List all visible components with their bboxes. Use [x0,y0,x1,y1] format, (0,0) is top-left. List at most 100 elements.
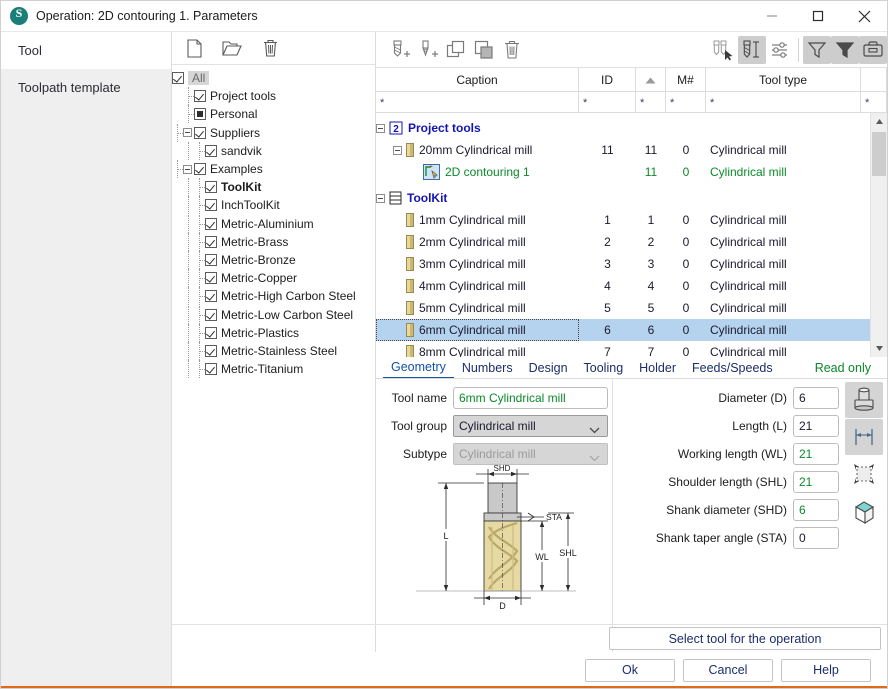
pick-tool-cursor-icon[interactable] [710,36,738,64]
select-tool-for-operation-button[interactable]: Select tool for the operation [609,627,881,650]
grid-vertical-scrollbar[interactable] [870,113,887,357]
table-row[interactable]: 1mm Cylindrical mill 1 1 0 Cylindrical mill [376,209,887,231]
tree-item[interactable]: Metric-Aluminium [172,214,375,233]
tab-geometry[interactable]: Geometry [383,360,454,378]
delete-trash-icon[interactable] [498,36,526,64]
table-row[interactable]: ToolKit [376,187,887,209]
new-file-icon[interactable] [182,37,206,59]
tree-checkbox[interactable] [205,290,217,303]
filter-solid-icon[interactable] [831,35,859,64]
tab-feeds-speeds[interactable]: Feeds/Speeds [684,361,781,378]
toolbox-icon[interactable] [859,35,887,64]
table-row[interactable]: 20mm Cylindrical mill 11 11 0 Cylindrical mi… [376,139,887,161]
add-mill-tool-icon[interactable] [386,36,414,64]
add-drill-tool-icon[interactable] [414,36,442,64]
tree-checkbox[interactable] [194,163,206,176]
grid-column-header[interactable] [861,68,887,92]
scroll-up-arrow-icon[interactable] [871,113,887,130]
tree-checkbox[interactable] [194,90,206,103]
tree-item[interactable]: Metric-Low Carbon Steel [172,305,375,324]
tree-checkbox[interactable] [205,235,217,248]
tree-checkbox[interactable] [205,272,217,285]
grid-filter-cell[interactable]: * [706,92,861,113]
tool-shape-icon[interactable] [845,382,883,418]
tree-checkbox[interactable] [205,217,217,230]
tree-checkbox[interactable] [205,253,217,266]
table-row[interactable]: 2D contouring 1 11 0 Cylindrical mill [376,161,887,183]
table-row[interactable]: 2 Project tools [376,117,887,139]
tree-item[interactable]: InchToolKit [172,196,375,215]
dimension-input[interactable]: 21 [793,442,839,465]
filter-outline-icon[interactable] [803,35,831,64]
table-row[interactable]: 3mm Cylindrical mill 3 3 0 Cylindrical mill [376,253,887,275]
row-expander-icon[interactable] [376,193,385,203]
tree-item[interactable]: Metric-Plastics [172,323,375,342]
tree-checkbox[interactable] [194,126,206,139]
delete-trash-icon[interactable] [258,37,282,59]
grid-filter-cell[interactable]: * [861,92,887,113]
minimize-icon[interactable] [749,1,795,32]
grid-filter-cell[interactable]: * [666,92,706,113]
grid-column-header[interactable] [636,68,666,92]
tab-numbers[interactable]: Numbers [454,361,521,378]
dimension-input[interactable]: 0 [793,526,839,549]
solid-box-icon[interactable] [845,493,883,529]
tab-design[interactable]: Design [521,361,576,378]
tool-name-input[interactable]: 6mm Cylindrical mill [453,386,608,409]
grid-filter-cell[interactable]: * [579,92,636,113]
tree-checkbox[interactable] [194,108,206,121]
close-icon[interactable] [841,1,887,32]
tool-group-select[interactable]: Cylindrical mill [453,414,608,437]
tree-checkbox[interactable] [205,344,217,357]
tree-item[interactable]: Metric-Brass [172,232,375,251]
tree-checkbox[interactable] [205,181,217,194]
table-row[interactable]: 4mm Cylindrical mill 4 4 0 Cylindrical mill [376,275,887,297]
tree-checkbox[interactable] [172,72,184,85]
tree-item[interactable]: Metric-Bronze [172,250,375,269]
table-row[interactable]: 2mm Cylindrical mill 2 2 0 Cylindrical mill [376,231,887,253]
tree-item[interactable]: Metric-Titanium [172,360,375,379]
tree-item[interactable]: Metric-High Carbon Steel [172,287,375,306]
tree-checkbox[interactable] [205,326,217,339]
table-row[interactable]: 6mm Cylindrical mill 6 6 0 Cylindrical mill [376,319,887,341]
dimension-input[interactable]: 6 [793,386,839,409]
nav-item-tool[interactable]: Tool [1,32,171,69]
selection-marquee-icon[interactable] [845,456,883,492]
tree-expander-icon[interactable] [183,128,192,138]
grid-column-header[interactable]: M# [666,68,706,92]
row-expander-icon[interactable] [393,145,402,155]
tree-checkbox[interactable] [205,144,217,157]
tree-item[interactable]: Suppliers [172,123,375,142]
dimension-input[interactable]: 21 [793,470,839,493]
paste-icon[interactable] [470,36,498,64]
grid-filter-cell[interactable]: * [636,92,666,113]
tree-item[interactable]: ToolKit [172,178,375,197]
grid-column-header[interactable]: Caption [376,68,579,92]
grid-column-header[interactable]: Tool type [706,68,861,92]
row-expander-icon[interactable] [376,123,385,133]
scroll-down-arrow-icon[interactable] [871,340,887,357]
copy-icon[interactable] [442,36,470,64]
tab-tooling[interactable]: Tooling [576,361,632,378]
tree-item[interactable]: Metric-Copper [172,269,375,288]
table-row[interactable]: 5mm Cylindrical mill 5 5 0 Cylindrical mill [376,297,887,319]
tree-checkbox[interactable] [205,199,217,212]
tree-item[interactable]: Project tools [172,87,375,106]
help-button[interactable]: Help [781,658,871,682]
tool-dimensions-icon[interactable] [738,35,766,64]
tree-checkbox[interactable] [205,363,217,376]
table-row[interactable]: 8mm Cylindrical mill 7 7 0 Cylindrical mill [376,341,887,357]
tree-item[interactable]: Metric-Stainless Steel [172,341,375,360]
cancel-button[interactable]: Cancel [683,658,773,682]
dimension-input[interactable]: 6 [793,498,839,521]
nav-item-toolpath-template[interactable]: Toolpath template [1,69,171,106]
open-folder-icon[interactable] [220,37,244,59]
measure-width-icon[interactable] [845,419,883,455]
scrollbar-thumb[interactable] [872,132,886,176]
settings-sliders-icon[interactable] [766,36,794,64]
tree-item[interactable]: Examples [172,160,375,179]
grid-filter-cell[interactable]: * [376,92,579,113]
tree-item[interactable]: Personal [172,105,375,124]
dimension-input[interactable]: 21 [793,414,839,437]
ok-button[interactable]: Ok [585,658,675,682]
